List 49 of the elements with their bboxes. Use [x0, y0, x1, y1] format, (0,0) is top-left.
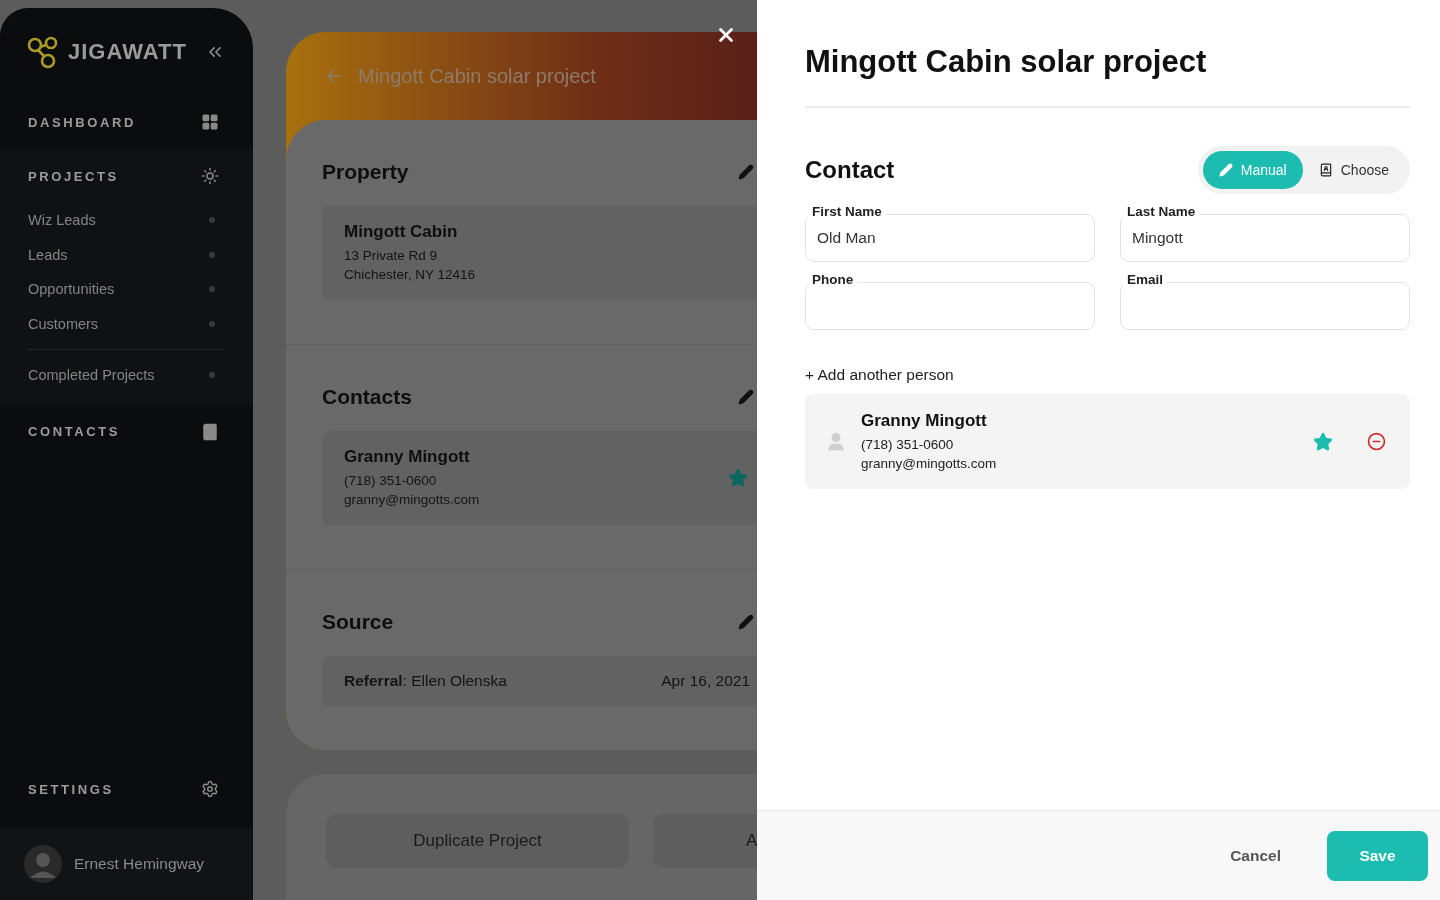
pencil-icon — [1218, 163, 1233, 177]
input-field[interactable] — [1120, 282, 1410, 330]
info-name: Mingott Cabin — [344, 222, 459, 242]
settings-icon[interactable] — [201, 780, 219, 798]
field-label: Last Name — [1123, 204, 1200, 220]
avatar-icon — [24, 845, 62, 883]
cancel-button[interactable]: Cancel — [1224, 845, 1287, 866]
logo-icon — [26, 34, 60, 69]
contact-heading: Contact — [805, 156, 895, 184]
person-name: Granny Mingott — [861, 410, 988, 431]
field-label: Phone — [808, 272, 858, 288]
pencil-icon[interactable] — [738, 614, 754, 630]
star-icon[interactable] — [728, 468, 748, 488]
nav-section-link[interactable]: CONTACTS — [28, 424, 121, 439]
info-line: (718) 351-0600 — [344, 472, 438, 490]
info-line: 13 Private Rd 9 — [344, 247, 439, 265]
nav-item[interactable]: Completed Projects — [0, 358, 253, 393]
sun-icon[interactable] — [201, 167, 219, 185]
grid-icon[interactable] — [201, 113, 219, 131]
nav-item[interactable]: Customers — [0, 306, 253, 341]
input-field[interactable] — [805, 282, 1095, 330]
source-date: Apr 16, 2021 — [661, 672, 750, 690]
field-label: First Name — [808, 204, 886, 220]
person-email: granny@mingotts.com — [861, 454, 998, 473]
section-title: Contacts — [322, 385, 412, 409]
remove-button[interactable] — [1367, 432, 1386, 451]
nav-section-link[interactable]: PROJECTS — [28, 168, 119, 184]
nav-item[interactable]: Wiz Leads — [0, 203, 253, 238]
info-line: granny@mingotts.com — [344, 491, 480, 509]
nav-item[interactable]: Leads — [0, 237, 253, 272]
field-label: Email — [1123, 272, 1168, 288]
nav-section-link[interactable]: DASHBOARD — [28, 114, 136, 130]
section-title: Property — [322, 160, 409, 184]
source-text: Referral: Ellen Olenska — [344, 672, 507, 690]
star-icon[interactable] — [1313, 431, 1333, 452]
pencil-icon[interactable] — [738, 164, 754, 180]
project-title: Mingott Cabin solar project — [358, 64, 596, 88]
pencil-icon[interactable] — [738, 389, 754, 405]
nav-section-link[interactable]: SETTINGS — [28, 781, 114, 797]
add-person-link[interactable]: + Add another person — [805, 366, 954, 384]
person-phone: (718) 351-0600 — [861, 435, 955, 454]
user-name: Ernest Hemingway — [74, 855, 205, 873]
mode-tab[interactable]: Choose — [1302, 151, 1405, 189]
nav-item[interactable]: Opportunities — [0, 272, 253, 307]
drawer-title: Mingott Cabin solar project — [805, 44, 1410, 108]
info-line: Chichester, NY 12416 — [344, 266, 476, 284]
info-name: Granny Mingott — [344, 447, 471, 467]
brand-name: JIGAWATT — [68, 38, 187, 65]
section-title: Source — [322, 610, 394, 634]
